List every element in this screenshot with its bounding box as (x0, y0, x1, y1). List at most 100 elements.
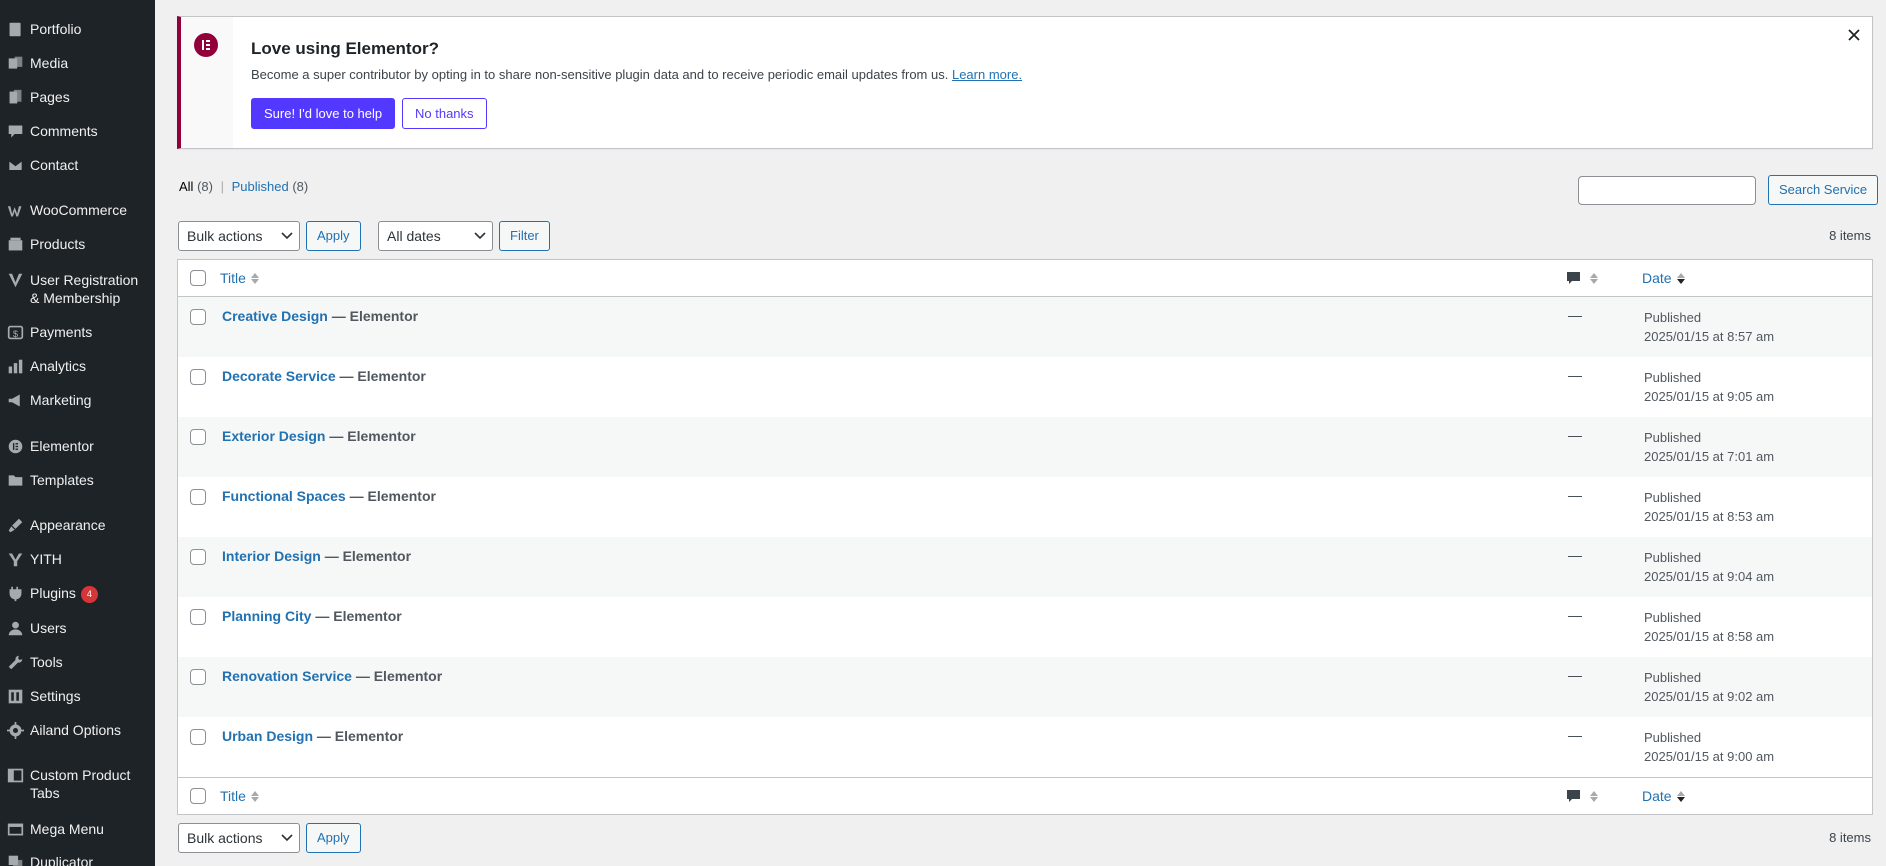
row-checkbox[interactable] (190, 609, 206, 625)
row-title-link[interactable]: Creative Design (222, 308, 328, 324)
row-title: Exterior Design — Elementor (222, 428, 416, 444)
row-title-link[interactable]: Functional Spaces (222, 488, 346, 504)
opt-in-button[interactable]: Sure! I'd love to help (251, 98, 396, 129)
learn-more-link[interactable]: Learn more. (952, 67, 1022, 82)
comments-column-footer[interactable] (1566, 789, 1598, 804)
sidebar-item-media[interactable]: Media (0, 54, 155, 72)
row-status: Published (1644, 310, 1702, 325)
sidebar-item-mega-menu[interactable]: Mega Menu (0, 820, 155, 838)
date-column-header[interactable]: Date (1642, 270, 1685, 286)
row-comments: — (1568, 427, 1582, 443)
row-checkbox[interactable] (190, 309, 206, 325)
row-status: Published (1644, 730, 1702, 745)
filter-published-link[interactable]: Published (232, 179, 289, 194)
marketing-icon (0, 391, 30, 409)
filter-button[interactable]: Filter (499, 221, 550, 251)
title-column-footer[interactable]: Title (220, 788, 259, 804)
row-datetime: 2025/01/15 at 9:05 am (1644, 389, 1775, 404)
sidebar-item-user-registration[interactable]: User Registration & Membership (0, 271, 155, 307)
elementor-icon (0, 437, 30, 455)
row-comments: — (1568, 727, 1582, 743)
sidebar-item-users[interactable]: Users (0, 619, 155, 637)
table-header: Title Date (178, 260, 1872, 297)
sidebar-item-contact[interactable]: Contact (0, 156, 155, 174)
row-comments: — (1568, 547, 1582, 563)
row-comments: — (1568, 607, 1582, 623)
notice-body: Become a super contributor by opting in … (251, 67, 949, 82)
sidebar-item-label: Contact (30, 157, 79, 173)
sidebar-item-analytics[interactable]: Analytics (0, 357, 155, 375)
sidebar-item-label: Users (30, 620, 67, 636)
title-header-label: Title (220, 270, 246, 286)
sidebar-item-woocommerce[interactable]: WooCommerce (0, 201, 155, 219)
sidebar-item-label: Marketing (30, 392, 92, 408)
products-icon (0, 235, 30, 253)
sidebar-item-pages[interactable]: Pages (0, 88, 155, 106)
sidebar-item-settings[interactable]: Settings (0, 687, 155, 705)
row-title-link[interactable]: Interior Design (222, 548, 321, 564)
sidebar-item-label: Analytics (30, 358, 87, 374)
sidebar-item-payments[interactable]: $ Payments (0, 323, 155, 341)
payments-icon: $ (0, 323, 30, 341)
title-column-header[interactable]: Title (220, 270, 259, 286)
sidebar-item-label: Payments (30, 324, 93, 340)
sidebar-item-label: Templates (30, 472, 94, 488)
sidebar-item-duplicator[interactable]: Duplicator (0, 853, 155, 866)
row-title-link[interactable]: Urban Design (222, 728, 313, 744)
row-checkbox[interactable] (190, 729, 206, 745)
sidebar-item-products[interactable]: Products (0, 235, 155, 253)
sidebar-item-ailand-options[interactable]: Ailand Options (0, 721, 155, 739)
custom-tabs-icon (0, 766, 30, 784)
row-checkbox[interactable] (190, 669, 206, 685)
filter-published-count: (8) (292, 179, 309, 194)
row-checkbox[interactable] (190, 369, 206, 385)
pages-icon (0, 88, 30, 106)
yith-icon (0, 550, 30, 568)
row-checkbox[interactable] (190, 489, 206, 505)
sidebar-item-templates[interactable]: Templates (0, 471, 155, 489)
bulk-actions-select[interactable]: Bulk actions (178, 221, 300, 251)
row-date: Published 2025/01/15 at 9:00 am (1644, 728, 1774, 766)
contact-icon (0, 156, 30, 174)
sidebar-item-plugins[interactable]: Plugins 4 (0, 584, 155, 603)
row-title-link[interactable]: Decorate Service (222, 368, 336, 384)
row-status: Published (1644, 430, 1702, 445)
row-checkbox[interactable] (190, 429, 206, 445)
row-title-link[interactable]: Planning City (222, 608, 311, 624)
search-input[interactable] (1578, 176, 1756, 205)
duplicator-icon (0, 853, 30, 866)
bulk-actions-select-bottom[interactable]: Bulk actions (178, 823, 300, 853)
sidebar-item-comments[interactable]: Comments (0, 122, 155, 140)
sidebar-item-marketing[interactable]: Marketing (0, 391, 155, 409)
sidebar-item-yith[interactable]: YITH (0, 550, 155, 568)
date-filter-select[interactable]: All dates (378, 221, 493, 251)
apply-button-bottom[interactable]: Apply (306, 823, 361, 853)
row-post-state: — Elementor (329, 428, 416, 444)
sidebar-item-label: Pages (30, 89, 70, 105)
apply-button[interactable]: Apply (306, 221, 361, 251)
sidebar-item-label: Plugins (30, 585, 76, 601)
date-column-footer[interactable]: Date (1642, 788, 1685, 804)
comments-column-header[interactable] (1566, 271, 1598, 286)
search-button[interactable]: Search Service (1768, 175, 1879, 205)
portfolio-icon (0, 20, 30, 38)
row-comments: — (1568, 307, 1582, 323)
sidebar-item-custom-product-tabs[interactable]: Custom Product Tabs (0, 766, 155, 802)
no-thanks-button[interactable]: No thanks (402, 98, 487, 129)
select-all-checkbox[interactable] (190, 270, 206, 286)
row-checkbox[interactable] (190, 549, 206, 565)
sidebar-item-portfolio[interactable]: Portfolio (0, 20, 155, 38)
admin-sidebar: Portfolio Media Pages Comments Contact W… (0, 0, 155, 866)
filter-all-link[interactable]: All (179, 179, 193, 194)
sidebar-item-elementor[interactable]: Elementor (0, 437, 155, 455)
row-title-link[interactable]: Exterior Design (222, 428, 325, 444)
row-title-link[interactable]: Renovation Service (222, 668, 352, 684)
filter-all-count: (8) (197, 179, 213, 194)
sidebar-item-appearance[interactable]: Appearance (0, 516, 155, 534)
close-icon[interactable] (1846, 27, 1862, 43)
row-post-state: — Elementor (339, 368, 426, 384)
select-all-checkbox-bottom[interactable] (190, 788, 206, 804)
filter-separator: | (220, 179, 224, 194)
mega-menu-icon (0, 820, 30, 838)
sidebar-item-tools[interactable]: Tools (0, 653, 155, 671)
